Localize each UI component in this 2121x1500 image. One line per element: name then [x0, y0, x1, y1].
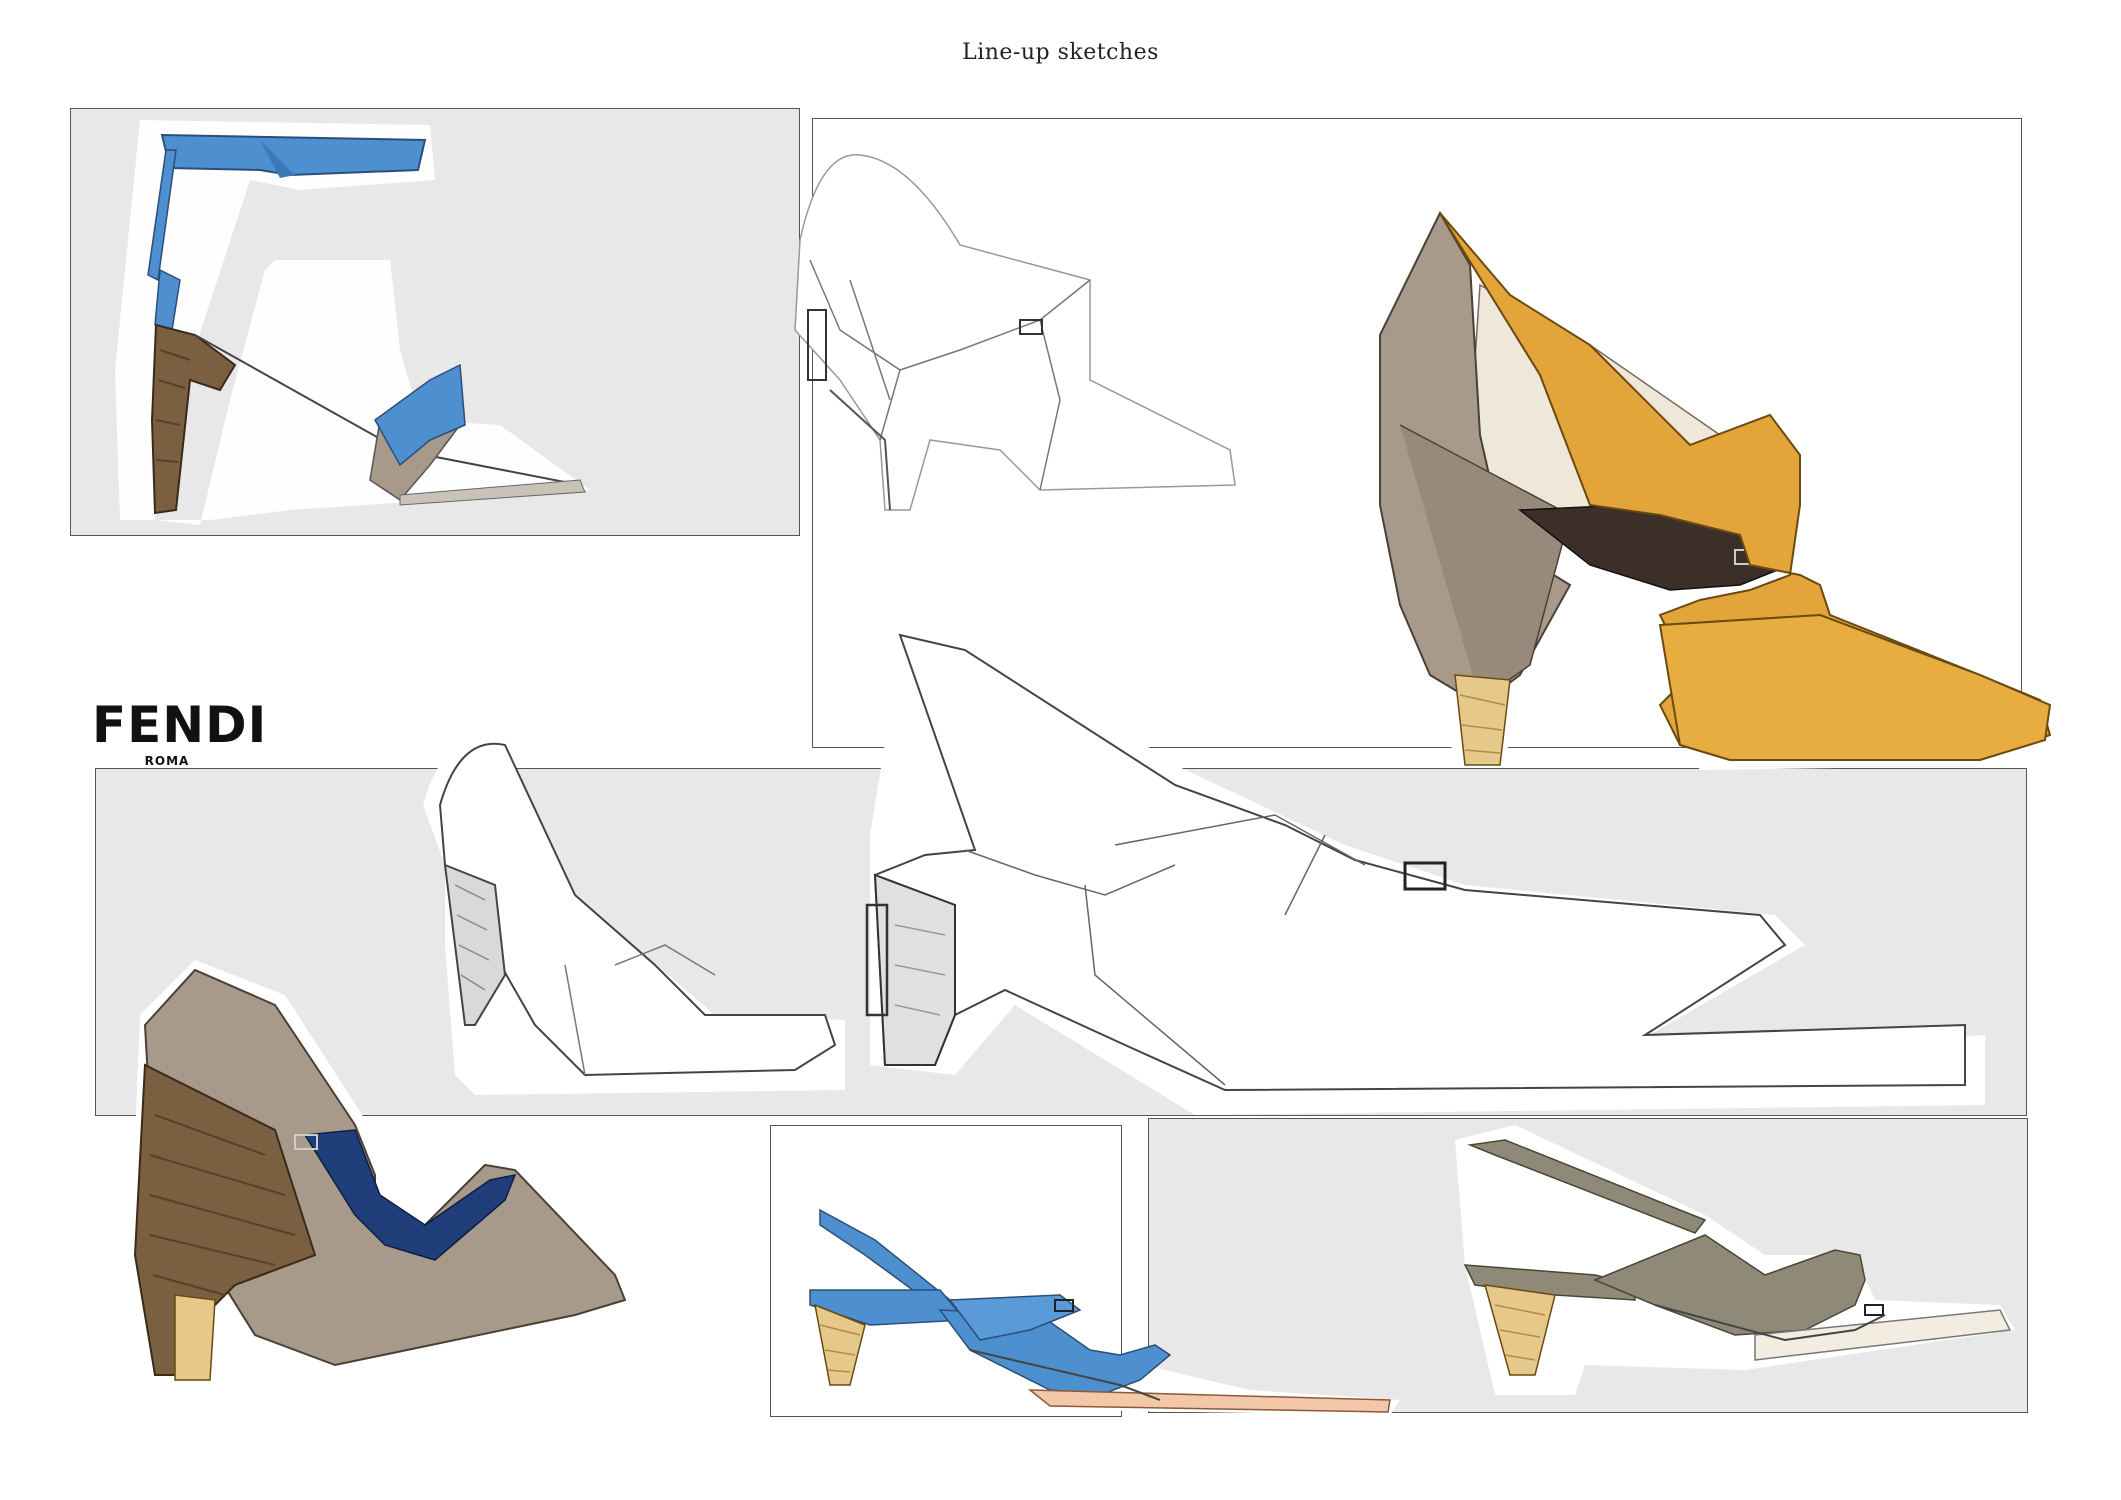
brand-subtitle: ROMA [144, 754, 190, 768]
brand-name: FENDI [92, 696, 268, 754]
sketch-blue-slingback [790, 1208, 1400, 1415]
sketch-taupe-navy-wedge-pump [130, 960, 635, 1410]
sketch-white-pencil-bootie [794, 154, 1236, 511]
sketch-blue-ankle-strap-sandal [115, 120, 590, 525]
sketch-grey-slingback [1455, 1125, 2015, 1395]
sketch-white-slingback [865, 620, 1985, 1115]
page-title: Line-up sketches [962, 40, 1159, 65]
brand-logo: FENDI ROMA [92, 696, 268, 768]
